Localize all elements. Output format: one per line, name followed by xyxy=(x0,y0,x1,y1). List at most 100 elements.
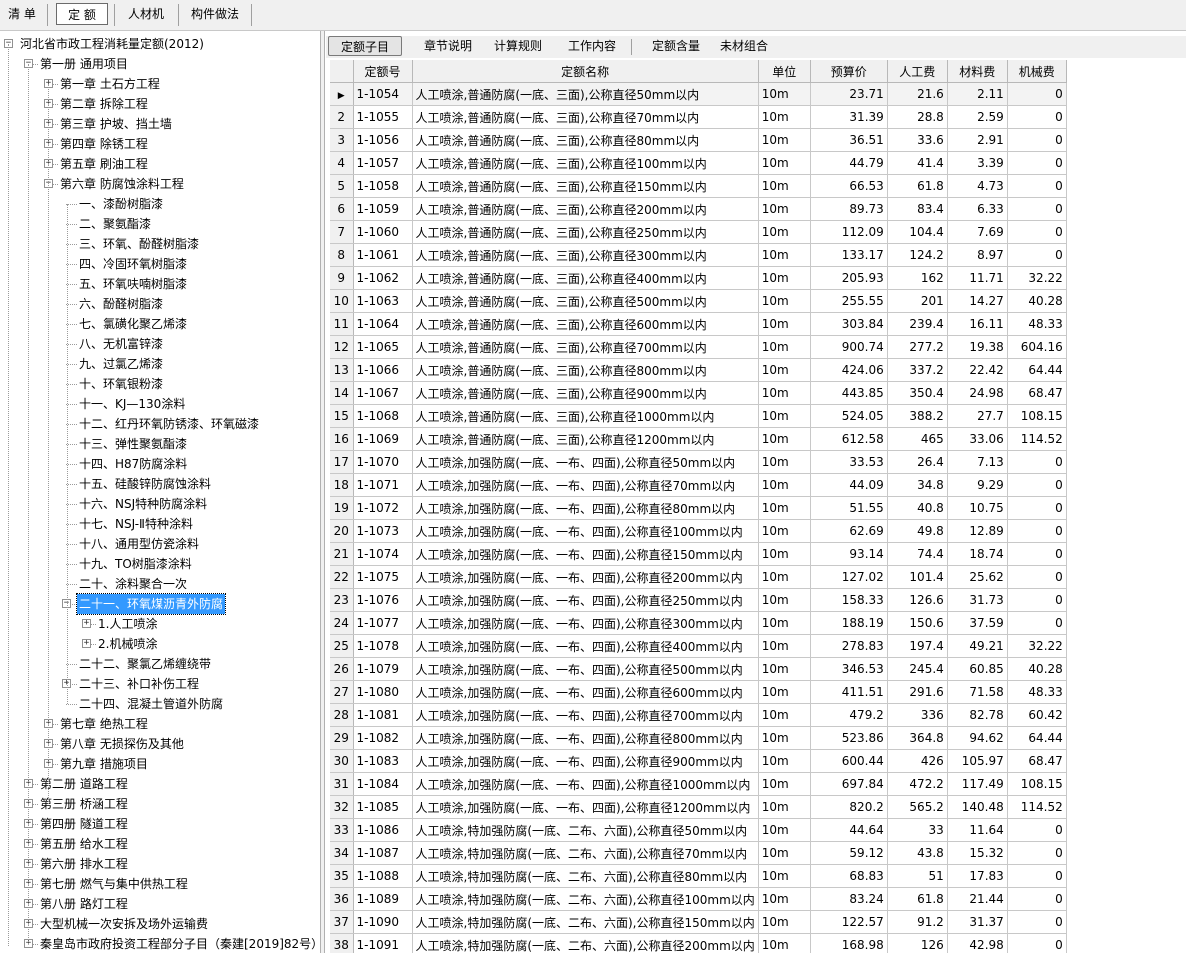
cell-machine-cost[interactable]: 32.22 xyxy=(1007,634,1067,658)
cell-unit[interactable]: 10m xyxy=(758,473,811,497)
cell-name[interactable]: 人工喷涂,特加强防腐(一底、二布、六面),公称直径50mm以内 xyxy=(412,818,759,842)
cell-budget-price[interactable]: 188.19 xyxy=(810,611,888,635)
table-row[interactable]: 33 1-1086 人工喷涂,特加强防腐(一底、二布、六面),公称直径50mm以内 1… xyxy=(330,818,1067,842)
cell-name[interactable]: 人工喷涂,普通防腐(一底、三面),公称直径1000mm以内 xyxy=(412,404,759,428)
cell-budget-price[interactable]: 83.24 xyxy=(810,887,888,911)
cell-code[interactable]: 1-1075 xyxy=(353,565,413,589)
tree-root[interactable]: − 河北省市政工程消耗量定额(2012) xyxy=(0,34,320,54)
cell-name[interactable]: 人工喷涂,普通防腐(一底、三面),公称直径200mm以内 xyxy=(412,197,759,221)
cell-labor-cost[interactable]: 336 xyxy=(887,703,948,727)
cell-budget-price[interactable]: 697.84 xyxy=(810,772,888,796)
cell-machine-cost[interactable]: 40.28 xyxy=(1007,289,1067,313)
row-number[interactable]: 13 xyxy=(330,358,354,382)
row-number[interactable]: 10 xyxy=(330,289,354,313)
row-number[interactable]: 3 xyxy=(330,128,354,152)
cell-budget-price[interactable]: 600.44 xyxy=(810,749,888,773)
cell-name[interactable]: 人工喷涂,加强防腐(一底、一布、四面),公称直径70mm以内 xyxy=(412,473,759,497)
cell-code[interactable]: 1-1086 xyxy=(353,818,413,842)
table-row[interactable]: 12 1-1065 人工喷涂,普通防腐(一底、三面),公称直径700mm以内 10m 9… xyxy=(330,335,1067,359)
cell-budget-price[interactable]: 479.2 xyxy=(810,703,888,727)
cell-unit[interactable]: 10m xyxy=(758,82,811,106)
cell-labor-cost[interactable]: 337.2 xyxy=(887,358,948,382)
cell-machine-cost[interactable]: 0 xyxy=(1007,473,1067,497)
cell-budget-price[interactable]: 205.93 xyxy=(810,266,888,290)
cell-name[interactable]: 人工喷涂,普通防腐(一底、三面),公称直径50mm以内 xyxy=(412,82,759,106)
cell-name[interactable]: 人工喷涂,普通防腐(一底、三面),公称直径900mm以内 xyxy=(412,381,759,405)
cell-name[interactable]: 人工喷涂,普通防腐(一底、三面),公称直径1200mm以内 xyxy=(412,427,759,451)
cell-labor-cost[interactable]: 33.6 xyxy=(887,128,948,152)
cell-labor-cost[interactable]: 61.8 xyxy=(887,174,948,198)
cell-name[interactable]: 人工喷涂,特加强防腐(一底、二布、六面),公称直径200mm以内 xyxy=(412,933,759,953)
table-row[interactable]: 24 1-1077 人工喷涂,加强防腐(一底、一布、四面),公称直径300mm以内 1… xyxy=(330,611,1067,635)
tab-zhangjie-shuoming[interactable]: 章节说明 xyxy=(410,36,486,56)
cell-machine-cost[interactable]: 64.44 xyxy=(1007,726,1067,750)
cell-labor-cost[interactable]: 101.4 xyxy=(887,565,948,589)
cell-unit[interactable]: 10m xyxy=(758,220,811,244)
column-header-labor-cost[interactable]: 人工费 xyxy=(887,60,948,83)
cell-budget-price[interactable]: 51.55 xyxy=(810,496,888,520)
cell-budget-price[interactable]: 23.71 xyxy=(810,82,888,106)
cell-code[interactable]: 1-1066 xyxy=(353,358,413,382)
toolbar-goujianzuofa-button[interactable]: 构件做法 xyxy=(184,3,246,25)
table-row[interactable]: 16 1-1069 人工喷涂,普通防腐(一底、三面),公称直径1200mm以内 10m… xyxy=(330,427,1067,451)
cell-name[interactable]: 人工喷涂,加强防腐(一底、一布、四面),公称直径1200mm以内 xyxy=(412,795,759,819)
cell-material-cost[interactable]: 33.06 xyxy=(947,427,1008,451)
cell-material-cost[interactable]: 12.89 xyxy=(947,519,1008,543)
table-row[interactable]: 32 1-1085 人工喷涂,加强防腐(一底、一布、四面),公称直径1200mm以内… xyxy=(330,795,1067,819)
cell-machine-cost[interactable]: 0 xyxy=(1007,197,1067,221)
cell-labor-cost[interactable]: 34.8 xyxy=(887,473,948,497)
cell-code[interactable]: 1-1062 xyxy=(353,266,413,290)
row-number[interactable]: 22 xyxy=(330,565,354,589)
cell-machine-cost[interactable]: 68.47 xyxy=(1007,381,1067,405)
cell-labor-cost[interactable]: 40.8 xyxy=(887,496,948,520)
cell-machine-cost[interactable]: 604.16 xyxy=(1007,335,1067,359)
table-row[interactable]: 19 1-1072 人工喷涂,加强防腐(一底、一布、四面),公称直径80mm以内 10… xyxy=(330,496,1067,520)
cell-name[interactable]: 人工喷涂,加强防腐(一底、一布、四面),公称直径700mm以内 xyxy=(412,703,759,727)
cell-machine-cost[interactable]: 0 xyxy=(1007,933,1067,953)
cell-budget-price[interactable]: 900.74 xyxy=(810,335,888,359)
row-number[interactable]: 27 xyxy=(330,680,354,704)
cell-machine-cost[interactable]: 0 xyxy=(1007,450,1067,474)
table-row[interactable]: 2 1-1055 人工喷涂,普通防腐(一底、三面),公称直径70mm以内 10m 31.… xyxy=(330,105,1067,129)
cell-code[interactable]: 1-1056 xyxy=(353,128,413,152)
table-row[interactable]: 9 1-1062 人工喷涂,普通防腐(一底、三面),公称直径400mm以内 10m 20… xyxy=(330,266,1067,290)
cell-unit[interactable]: 10m xyxy=(758,680,811,704)
column-header-material-cost[interactable]: 材料费 xyxy=(947,60,1008,83)
cell-code[interactable]: 1-1072 xyxy=(353,496,413,520)
row-number[interactable]: 19 xyxy=(330,496,354,520)
cell-budget-price[interactable]: 44.64 xyxy=(810,818,888,842)
row-number[interactable]: 2 xyxy=(330,105,354,129)
expand-icon[interactable]: + xyxy=(82,619,91,628)
cell-code[interactable]: 1-1084 xyxy=(353,772,413,796)
toolbar-rencaiji-button[interactable]: 人材机 xyxy=(120,3,172,25)
cell-budget-price[interactable]: 93.14 xyxy=(810,542,888,566)
row-number[interactable]: 23 xyxy=(330,588,354,612)
tree-volume[interactable]: + 秦皇岛市政府投资工程部分子目（秦建[2019]82号） xyxy=(0,934,320,953)
cell-budget-price[interactable]: 68.83 xyxy=(810,864,888,888)
cell-machine-cost[interactable]: 40.28 xyxy=(1007,657,1067,681)
cell-unit[interactable]: 10m xyxy=(758,772,811,796)
cell-name[interactable]: 人工喷涂,加强防腐(一底、一布、四面),公称直径80mm以内 xyxy=(412,496,759,520)
cell-code[interactable]: 1-1067 xyxy=(353,381,413,405)
row-number[interactable]: 9 xyxy=(330,266,354,290)
cell-unit[interactable]: 10m xyxy=(758,496,811,520)
cell-budget-price[interactable]: 523.86 xyxy=(810,726,888,750)
cell-labor-cost[interactable]: 465 xyxy=(887,427,948,451)
cell-name[interactable]: 人工喷涂,加强防腐(一底、一布、四面),公称直径250mm以内 xyxy=(412,588,759,612)
cell-material-cost[interactable]: 71.58 xyxy=(947,680,1008,704)
cell-material-cost[interactable]: 19.38 xyxy=(947,335,1008,359)
cell-unit[interactable]: 10m xyxy=(758,703,811,727)
cell-code[interactable]: 1-1054 xyxy=(353,82,413,106)
cell-material-cost[interactable]: 7.69 xyxy=(947,220,1008,244)
tab-weicai-zuhe[interactable]: 未材组合 xyxy=(708,36,780,56)
cell-unit[interactable]: 10m xyxy=(758,657,811,681)
cell-name[interactable]: 人工喷涂,加强防腐(一底、一布、四面),公称直径100mm以内 xyxy=(412,519,759,543)
table-row[interactable]: ▶ 1-1054 人工喷涂,普通防腐(一底、三面),公称直径50mm以内 10m 23.… xyxy=(330,82,1067,106)
cell-material-cost[interactable]: 140.48 xyxy=(947,795,1008,819)
row-number[interactable]: 25 xyxy=(330,634,354,658)
table-row[interactable]: 34 1-1087 人工喷涂,特加强防腐(一底、二布、六面),公称直径70mm以内 1… xyxy=(330,841,1067,865)
cell-unit[interactable]: 10m xyxy=(758,634,811,658)
row-number[interactable]: 8 xyxy=(330,243,354,267)
cell-labor-cost[interactable]: 124.2 xyxy=(887,243,948,267)
cell-budget-price[interactable]: 255.55 xyxy=(810,289,888,313)
